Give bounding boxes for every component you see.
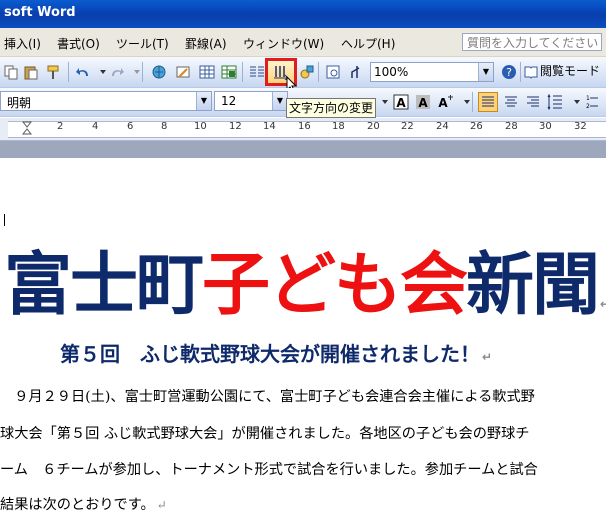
ruler-number: 28 bbox=[505, 121, 518, 132]
paragraph-mark: ↵ bbox=[156, 498, 167, 512]
toolbar-separator bbox=[520, 62, 521, 82]
title-part-town: 富士町 bbox=[4, 246, 204, 325]
subheading-text: 第５回 ふじ軟式野球大会が開催されました！ bbox=[60, 342, 480, 366]
tooltip: 文字方向の変更 bbox=[286, 98, 376, 118]
paragraph-last-text: 結果は次のとおりです。 bbox=[0, 497, 155, 513]
newspaper-title[interactable]: 富士町子ども会新聞 ↵ bbox=[4, 246, 606, 344]
ruler-number: 10 bbox=[194, 121, 207, 132]
svg-text:2: 2 bbox=[586, 103, 590, 110]
ruler-number: 30 bbox=[539, 121, 552, 132]
ruler-number: 6 bbox=[127, 121, 134, 132]
menu-insert[interactable]: 挿入(I) bbox=[4, 35, 41, 52]
ruler-number: 2 bbox=[57, 121, 64, 132]
ruler-number: 14 bbox=[263, 121, 276, 132]
ruler-number: 32 bbox=[574, 121, 587, 132]
paragraph-mark: ↵ bbox=[482, 350, 493, 364]
document-map-icon[interactable] bbox=[324, 63, 342, 81]
insert-excel-icon[interactable] bbox=[220, 63, 238, 81]
help-search-input[interactable]: 質問を入力してください bbox=[462, 33, 602, 51]
font-name-value: 明朝 bbox=[7, 96, 32, 110]
read-mode-label[interactable]: 閲覧モード bbox=[540, 62, 600, 79]
zoom-value: 100% bbox=[374, 65, 409, 79]
chevron-down-icon[interactable]: ▼ bbox=[478, 63, 493, 81]
indent-marker-icon[interactable] bbox=[22, 121, 32, 135]
help-icon[interactable]: ? bbox=[500, 63, 518, 81]
font-size-value: 12 bbox=[221, 94, 237, 108]
svg-text:A: A bbox=[418, 96, 428, 110]
title-part-newspaper: 新聞 bbox=[466, 246, 600, 325]
hyperlink-icon[interactable] bbox=[150, 63, 168, 81]
ruler-number: 8 bbox=[161, 121, 168, 132]
text-boundary-mark bbox=[4, 214, 5, 226]
paragraph-mark: ↵ bbox=[600, 297, 606, 311]
redo-dropdown-icon[interactable] bbox=[128, 63, 146, 81]
svg-text:A: A bbox=[396, 96, 406, 110]
font-size-select[interactable]: 12 ▼ bbox=[214, 91, 288, 111]
columns-icon[interactable] bbox=[248, 63, 266, 81]
align-center-icon[interactable] bbox=[502, 93, 520, 111]
read-mode-icon[interactable] bbox=[522, 63, 540, 81]
tables-borders-icon[interactable] bbox=[174, 63, 192, 81]
ruler-number: 4 bbox=[92, 121, 99, 132]
format-painter-icon[interactable] bbox=[44, 63, 62, 81]
title-part-kids: 子ども会 bbox=[202, 246, 468, 325]
svg-text:1: 1 bbox=[586, 95, 590, 102]
chevron-down-icon[interactable]: ▼ bbox=[272, 92, 287, 110]
zoom-select[interactable]: 100% ▼ bbox=[370, 62, 494, 82]
font-name-select[interactable]: 明朝 ▼ bbox=[0, 91, 212, 111]
menu-window[interactable]: ウィンドウ(W) bbox=[243, 35, 324, 52]
window-title: soft Word bbox=[4, 5, 76, 20]
svg-text:A: A bbox=[438, 96, 448, 110]
ruler-number: 18 bbox=[332, 121, 345, 132]
toolbar-separator bbox=[318, 62, 319, 82]
char-scale-dropdown-icon[interactable] bbox=[458, 93, 476, 111]
toolbar-separator bbox=[242, 62, 243, 82]
show-hide-icon[interactable] bbox=[346, 63, 364, 81]
ruler-number: 26 bbox=[470, 121, 483, 132]
ruler-number: 12 bbox=[229, 121, 242, 132]
ruler-number: 16 bbox=[298, 121, 311, 132]
menu-help[interactable]: ヘルプ(H) bbox=[341, 35, 395, 52]
ruler-number: 20 bbox=[367, 121, 380, 132]
paste-icon[interactable] bbox=[22, 63, 40, 81]
page-gap bbox=[0, 141, 606, 158]
title-bar: soft Word bbox=[0, 0, 606, 28]
toolbar-separator bbox=[472, 92, 473, 112]
menu-table[interactable]: 罫線(A) bbox=[185, 35, 227, 52]
paragraph-line: 結果は次のとおりです。 ↵ bbox=[0, 494, 167, 514]
redo-icon[interactable] bbox=[108, 63, 126, 81]
align-right-icon[interactable] bbox=[524, 93, 542, 111]
insert-table-icon[interactable] bbox=[198, 63, 216, 81]
line-spacing-icon[interactable] bbox=[546, 93, 564, 111]
paragraph-line: 球大会「第５回 ふじ軟式野球大会」が開催されました。各地区の子ども会の野球チ bbox=[0, 426, 530, 442]
ruler-number: 24 bbox=[436, 121, 449, 132]
menu-tools[interactable]: ツール(T) bbox=[116, 35, 169, 52]
toolbar-separator bbox=[142, 62, 143, 82]
char-scale-icon[interactable]: A bbox=[436, 93, 454, 111]
paragraph-line: ーム ６チームが参加し、トーナメント形式で試合を行いました。参加チームと試合 bbox=[0, 462, 538, 478]
copy-icon[interactable] bbox=[2, 63, 20, 81]
horizontal-ruler[interactable]: 2 4 6 8 10 12 14 16 18 20 22 24 26 28 30… bbox=[0, 118, 606, 141]
undo-icon[interactable] bbox=[74, 63, 92, 81]
char-shading-icon[interactable]: A bbox=[414, 93, 432, 111]
toolbar-separator bbox=[68, 62, 69, 82]
align-left-icon[interactable] bbox=[478, 92, 498, 112]
char-border-icon[interactable]: A bbox=[392, 93, 410, 111]
paragraph-line: ９月２９日(土)、富士町営運動公園にて、富士町子ども会連合会主催による軟式野 bbox=[0, 389, 535, 405]
subheading[interactable]: 第５回 ふじ軟式野球大会が開催されました！ ↵ bbox=[60, 338, 492, 367]
chevron-down-icon[interactable]: ▼ bbox=[196, 92, 211, 110]
menu-format[interactable]: 書式(O) bbox=[57, 35, 100, 52]
numbering-icon[interactable]: 12 bbox=[582, 93, 600, 111]
svg-text:?: ? bbox=[506, 66, 512, 79]
drawing-icon[interactable] bbox=[298, 63, 316, 81]
ruler-number: 22 bbox=[401, 121, 414, 132]
